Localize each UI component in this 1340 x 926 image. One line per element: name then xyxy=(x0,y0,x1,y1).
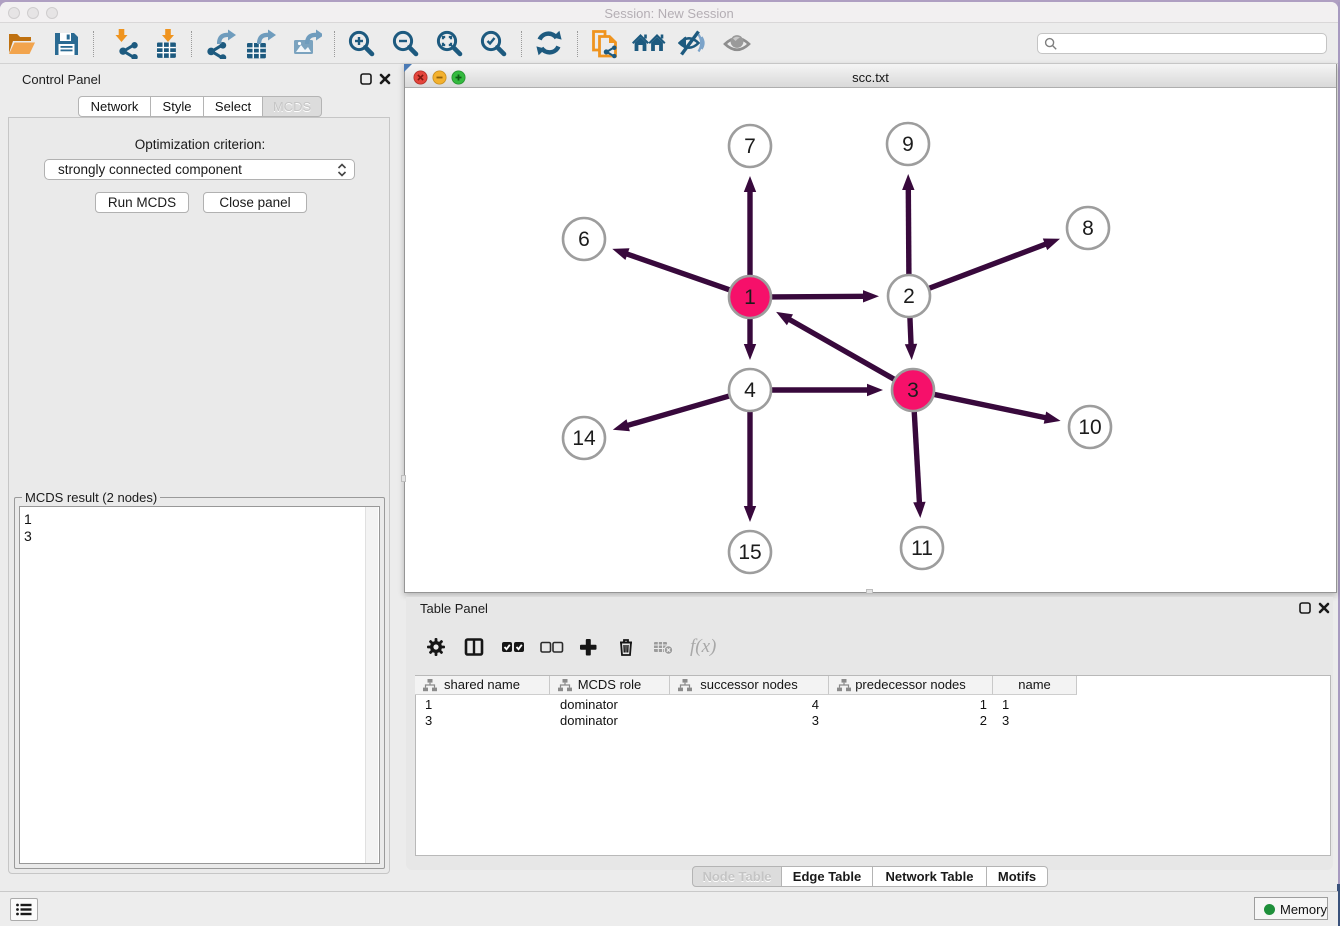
svg-text:3: 3 xyxy=(907,379,919,402)
svg-text:14: 14 xyxy=(572,427,596,450)
svg-text:7: 7 xyxy=(744,135,756,158)
svg-text:10: 10 xyxy=(1078,416,1101,439)
svg-text:9: 9 xyxy=(902,133,914,156)
svg-text:1: 1 xyxy=(744,286,756,309)
svg-text:2: 2 xyxy=(903,285,915,308)
svg-text:6: 6 xyxy=(578,228,590,251)
svg-text:11: 11 xyxy=(911,537,933,560)
svg-text:4: 4 xyxy=(744,379,756,402)
svg-text:8: 8 xyxy=(1082,217,1094,240)
svg-text:15: 15 xyxy=(738,541,761,564)
